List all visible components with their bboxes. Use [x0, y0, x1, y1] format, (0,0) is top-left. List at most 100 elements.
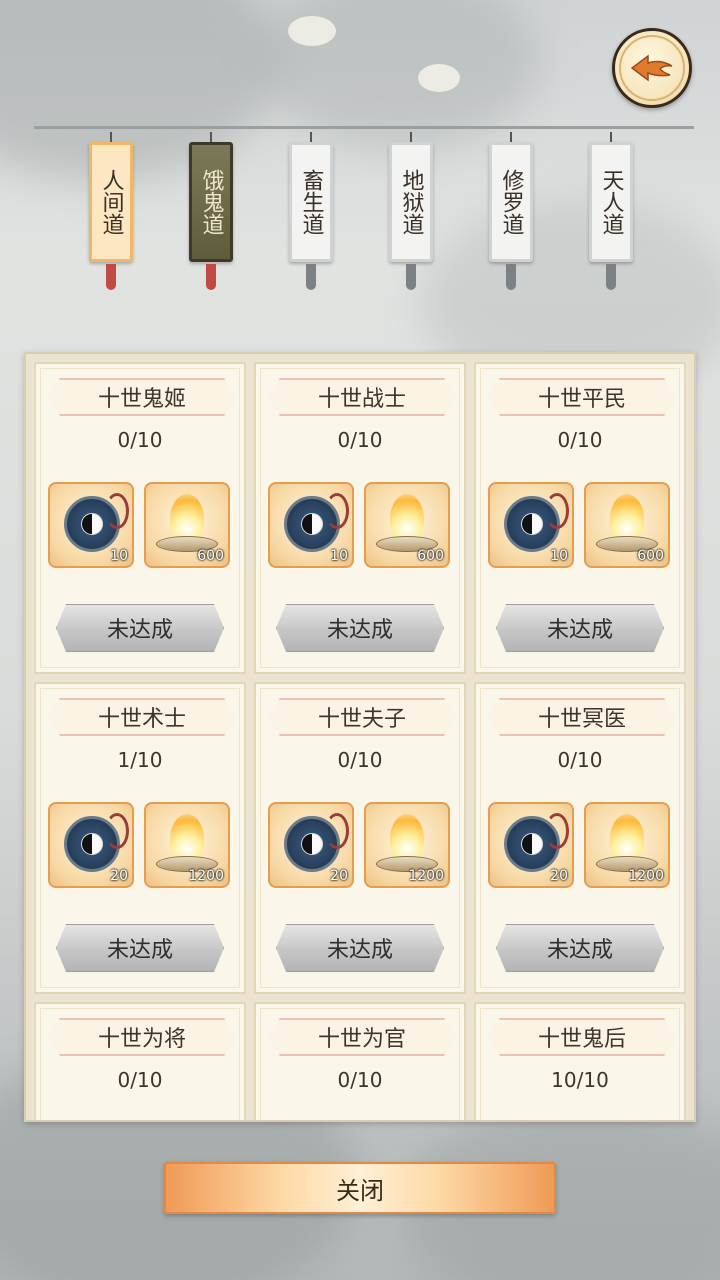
tassel-icon [306, 264, 316, 290]
reward-quantity: 20 [330, 868, 348, 884]
card-title: 十世术士 [48, 698, 236, 736]
tab-string [410, 132, 412, 142]
reward-item[interactable]: 20 [48, 802, 134, 888]
reward-quantity: 20 [110, 868, 128, 884]
card-progress: 0/10 [557, 748, 603, 772]
claim-status-button[interactable]: 未达成 [496, 604, 664, 652]
reward-item[interactable]: 1200 [364, 802, 450, 888]
achievement-card: 十世为官 0/10 [254, 1002, 466, 1120]
card-title: 十世为将 [48, 1018, 236, 1056]
reward-item[interactable]: 10 [268, 482, 354, 568]
tassel-icon [406, 264, 416, 290]
tassel-icon [106, 264, 116, 290]
reward-item[interactable]: 1200 [584, 802, 670, 888]
tab-label: 天人道 [589, 142, 633, 262]
reward-item[interactable]: 20 [268, 802, 354, 888]
tab-label: 修罗道 [489, 142, 533, 262]
tab-label: 饿鬼道 [189, 142, 233, 262]
card-title: 十世夫子 [268, 698, 456, 736]
tab-string [510, 132, 512, 142]
achievement-card: 十世平民 0/10 10 600 未达成 [474, 362, 686, 674]
reward-quantity: 600 [637, 548, 664, 564]
reward-quantity: 1200 [408, 868, 444, 884]
claim-status-button[interactable]: 未达成 [276, 924, 444, 972]
yin-yang-compass-icon [64, 813, 129, 872]
yin-yang-icon [301, 833, 323, 855]
tab-string [210, 132, 212, 142]
card-title: 十世为官 [268, 1018, 456, 1056]
tassel-icon [506, 264, 516, 290]
achievement-card: 十世为将 0/10 [34, 1002, 246, 1120]
back-arrow-icon [630, 54, 673, 82]
tab-string [110, 132, 112, 142]
reward-item[interactable]: 10 [488, 482, 574, 568]
tab-5[interactable]: 修罗道 [488, 132, 534, 290]
claim-status-button[interactable]: 未达成 [496, 924, 664, 972]
card-progress: 1/10 [117, 748, 163, 772]
background-ink [0, 0, 280, 180]
background-moon [418, 64, 460, 92]
card-progress: 0/10 [117, 428, 163, 452]
reward-item[interactable]: 1200 [144, 802, 230, 888]
card-progress: 0/10 [557, 428, 603, 452]
background-moon [288, 16, 336, 46]
tab-2[interactable]: 饿鬼道 [188, 132, 234, 290]
reward-item[interactable]: 600 [144, 482, 230, 568]
reward-quantity: 20 [550, 868, 568, 884]
tassel-icon [606, 264, 616, 290]
achievement-card: 十世鬼后 10/10 [474, 1002, 686, 1120]
tab-3[interactable]: 畜生道 [288, 132, 334, 290]
card-title: 十世冥医 [488, 698, 676, 736]
yin-yang-compass-icon [504, 493, 569, 552]
reward-quantity: 600 [197, 548, 224, 564]
card-progress: 10/10 [551, 1068, 609, 1092]
tab-rope [34, 126, 694, 129]
yin-yang-icon [521, 513, 543, 535]
tassel-icon [206, 264, 216, 290]
reward-quantity: 600 [417, 548, 444, 564]
tab-6[interactable]: 天人道 [588, 132, 634, 290]
achievement-card: 十世术士 1/10 20 1200 未达成 [34, 682, 246, 994]
achievement-card: 十世战士 0/10 10 600 未达成 [254, 362, 466, 674]
yin-yang-icon [81, 833, 103, 855]
reward-item[interactable]: 20 [488, 802, 574, 888]
card-progress: 0/10 [337, 1068, 383, 1092]
card-title: 十世鬼后 [488, 1018, 676, 1056]
yin-yang-compass-icon [504, 813, 569, 872]
tab-label: 地狱道 [389, 142, 433, 262]
yin-yang-compass-icon [64, 493, 129, 552]
reward-quantity: 10 [330, 548, 348, 564]
claim-status-button[interactable]: 未达成 [56, 924, 224, 972]
tab-string [610, 132, 612, 142]
reward-item[interactable]: 600 [584, 482, 670, 568]
tab-string [310, 132, 312, 142]
yin-yang-compass-icon [284, 813, 349, 872]
close-button[interactable]: 关闭 [164, 1162, 556, 1214]
card-progress: 0/10 [337, 748, 383, 772]
yin-yang-icon [81, 513, 103, 535]
claim-status-button[interactable]: 未达成 [276, 604, 444, 652]
card-progress: 0/10 [337, 428, 383, 452]
card-title: 十世战士 [268, 378, 456, 416]
reward-quantity: 10 [550, 548, 568, 564]
card-title: 十世鬼姬 [48, 378, 236, 416]
tab-4[interactable]: 地狱道 [388, 132, 434, 290]
reward-quantity: 1200 [628, 868, 664, 884]
tab-1[interactable]: 人间道 [88, 132, 134, 290]
tab-label: 人间道 [89, 142, 133, 262]
reward-item[interactable]: 600 [364, 482, 450, 568]
yin-yang-icon [301, 513, 323, 535]
reward-item[interactable]: 10 [48, 482, 134, 568]
reward-quantity: 1200 [188, 868, 224, 884]
back-button[interactable] [612, 28, 692, 108]
achievement-card: 十世冥医 0/10 20 1200 未达成 [474, 682, 686, 994]
tab-label: 畜生道 [289, 142, 333, 262]
achievement-card: 十世鬼姬 0/10 10 600 未达成 [34, 362, 246, 674]
card-progress: 0/10 [117, 1068, 163, 1092]
achievement-card: 十世夫子 0/10 20 1200 未达成 [254, 682, 466, 994]
claim-status-button[interactable]: 未达成 [56, 604, 224, 652]
achievement-panel: 十世鬼姬 0/10 10 600 未达成 十世战士 0/10 10 600 未达成 十世平民 0/10… [24, 352, 696, 1122]
reward-quantity: 10 [110, 548, 128, 564]
yin-yang-icon [521, 833, 543, 855]
card-title: 十世平民 [488, 378, 676, 416]
